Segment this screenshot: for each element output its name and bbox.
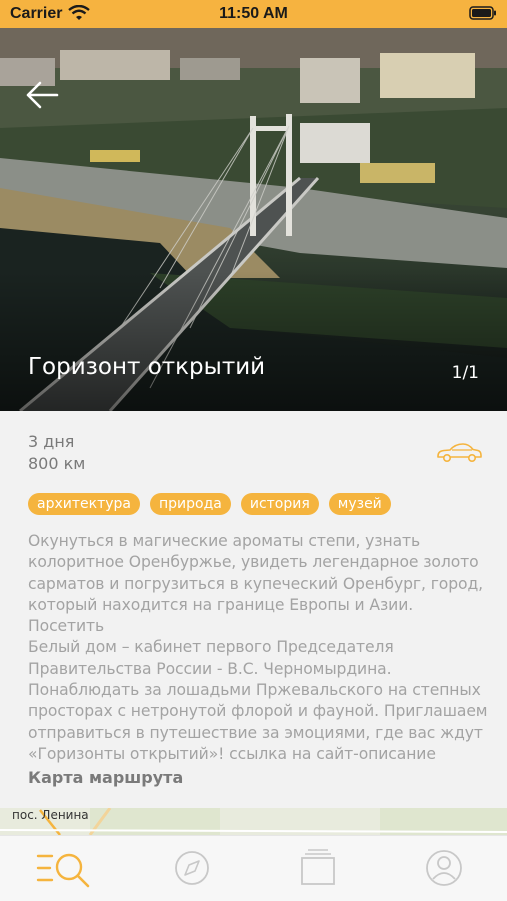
tour-distance: 800 км: [28, 454, 86, 473]
tour-description: Окунуться в магические ароматы степи, уз…: [28, 531, 488, 765]
car-icon: [435, 441, 483, 465]
map-place-label: пос. Ленина: [12, 808, 89, 822]
route-map-heading: Карта маршрута: [28, 768, 184, 787]
tag-nature[interactable]: природа: [149, 493, 231, 515]
tab-search[interactable]: [36, 848, 90, 888]
description-line: колоритное Оренбуржье, увидеть легендарн…: [28, 553, 479, 572]
tag-architecture[interactable]: архитектура: [28, 493, 140, 515]
status-bar: Carrier 11:50 AM: [0, 0, 507, 28]
tag-list: архитектура природа история музей: [28, 493, 391, 515]
description-line: Окунуться в магические ароматы степи, уз…: [28, 532, 421, 550]
tab-bar: [0, 835, 507, 901]
description-line: Понаблюдать за лошадьми Пржевальского на…: [28, 681, 481, 700]
arrow-left-icon: [26, 81, 59, 109]
photo-gradient: [0, 271, 507, 411]
description-line: который находится на границе Европы и Аз…: [28, 595, 414, 636]
tag-museum[interactable]: музей: [328, 493, 391, 515]
tab-explore[interactable]: [172, 848, 216, 888]
tour-details: 3 дня 800 км архитектура природа история…: [0, 411, 507, 811]
description-line[interactable]: «Горизонты открытий»! ссылка на сайт-опи…: [28, 744, 488, 765]
profile-icon: [426, 850, 462, 886]
description-line: Белый дом – кабинет первого Председателя: [28, 638, 394, 657]
back-button[interactable]: [24, 80, 60, 110]
tour-title: Горизонт открытий: [28, 354, 266, 380]
tab-collections[interactable]: [298, 848, 342, 888]
photo-counter: 1/1: [451, 363, 479, 383]
search-list-icon: [36, 853, 90, 888]
tour-duration: 3 дня: [28, 432, 75, 451]
status-time: 11:50 AM: [219, 5, 288, 22]
description-line: сарматов и погрузиться в купеческий Орен…: [28, 574, 484, 593]
compass-icon: [175, 851, 209, 885]
battery-icon: [469, 6, 497, 25]
description-line: Правительства России - В.С. Черномырдина…: [28, 659, 392, 678]
tour-photo[interactable]: Горизонт открытий 1/1: [0, 28, 507, 411]
cards-icon: [301, 849, 335, 885]
description-line: отправиться в путешествие за эмоциями, г…: [28, 723, 483, 742]
tag-history[interactable]: история: [240, 493, 319, 515]
tab-profile[interactable]: [424, 848, 468, 888]
description-line: просторах с нетронутой флорой и фауной. …: [28, 702, 488, 721]
route-map[interactable]: пос. Ленина: [0, 808, 507, 835]
